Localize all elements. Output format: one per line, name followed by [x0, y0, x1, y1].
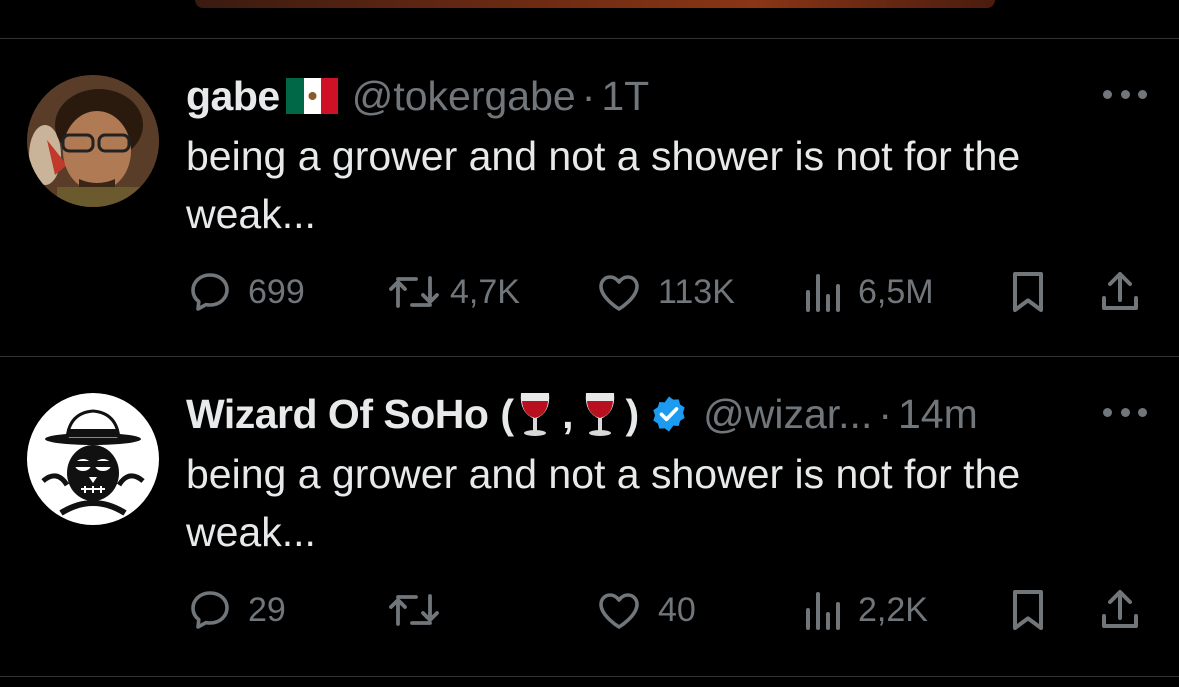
- name-paren-open: (: [500, 390, 515, 437]
- tweet-text: being a grower and not a shower is not f…: [186, 451, 1021, 555]
- avatar[interactable]: [27, 75, 159, 207]
- retweet-icon: [389, 276, 439, 308]
- like-icon: [599, 593, 639, 629]
- like-count: 113K: [658, 272, 735, 311]
- tweet-text: being a grower and not a shower is not f…: [186, 133, 1021, 237]
- tweet-header: gabe @tokergabe · 1T: [186, 71, 649, 121]
- bookmark-button[interactable]: [1008, 585, 1048, 635]
- more-icon[interactable]: [1103, 84, 1147, 104]
- view-count: 6,5M: [858, 272, 934, 311]
- avatar-photo: [27, 75, 159, 207]
- view-count: 2,2K: [858, 590, 928, 629]
- like-button[interactable]: 40: [594, 585, 696, 635]
- share-button[interactable]: [1098, 585, 1142, 635]
- wine-glass-icon: [586, 393, 615, 436]
- views-button[interactable]: 2,2K: [800, 585, 928, 635]
- reply-count: 699: [248, 272, 305, 311]
- tweet-actions: 699 4,7K 113K 6,5M: [186, 267, 1146, 317]
- tweet[interactable]: Wizard Of SoHo ( , ) @wizar... · 14m bei…: [0, 357, 1179, 675]
- share-button[interactable]: [1098, 267, 1142, 317]
- more-icon[interactable]: [1103, 402, 1147, 422]
- avatar-skull-logo: [27, 393, 159, 525]
- retweet-count: 4,7K: [450, 272, 520, 311]
- verified-badge-icon[interactable]: [649, 394, 689, 434]
- views-button[interactable]: 6,5M: [800, 267, 934, 317]
- mexico-flag: [285, 78, 338, 114]
- timestamp[interactable]: 1T: [601, 73, 649, 120]
- reply-button[interactable]: 699: [186, 267, 305, 317]
- bookmark-button[interactable]: [1008, 267, 1048, 317]
- share-icon: [1102, 590, 1138, 628]
- share-icon: [1102, 272, 1138, 310]
- bookmark-icon: [1013, 272, 1043, 312]
- like-button[interactable]: 113K: [594, 267, 735, 317]
- reply-icon: [191, 273, 229, 311]
- retweet-button[interactable]: 4,7K: [386, 267, 520, 317]
- retweet-icon: [389, 594, 439, 626]
- name-comma: ,: [562, 390, 574, 437]
- like-count: 40: [658, 590, 696, 629]
- separator-dot: ·: [878, 390, 892, 437]
- display-name[interactable]: Wizard Of SoHo: [186, 391, 489, 438]
- wine-glass-icon: [520, 393, 550, 436]
- bookmark-icon: [1013, 590, 1043, 630]
- retweet-button[interactable]: [386, 585, 450, 635]
- name-paren-close: ): [625, 390, 640, 437]
- tweet-actions: 29 40 2,2K: [186, 585, 1146, 635]
- reply-button[interactable]: 29: [186, 585, 286, 635]
- tweet-header: Wizard Of SoHo ( , ) @wizar... · 14m: [186, 389, 978, 439]
- separator-dot: ·: [581, 72, 596, 119]
- timestamp[interactable]: 14m: [898, 391, 978, 438]
- divider: [0, 676, 1179, 677]
- reply-count: 29: [248, 590, 286, 629]
- display-name[interactable]: gabe: [186, 73, 280, 120]
- views-icon: [806, 274, 840, 312]
- user-handle[interactable]: @tokergabe: [352, 73, 576, 120]
- views-icon: [806, 592, 840, 630]
- reply-icon: [191, 591, 229, 629]
- user-handle[interactable]: @wizar...: [703, 391, 872, 438]
- like-icon: [599, 275, 639, 311]
- avatar[interactable]: [27, 393, 159, 525]
- tweet[interactable]: gabe @tokergabe · 1T being a grower and …: [0, 39, 1179, 357]
- previous-tweet-media[interactable]: [195, 0, 995, 8]
